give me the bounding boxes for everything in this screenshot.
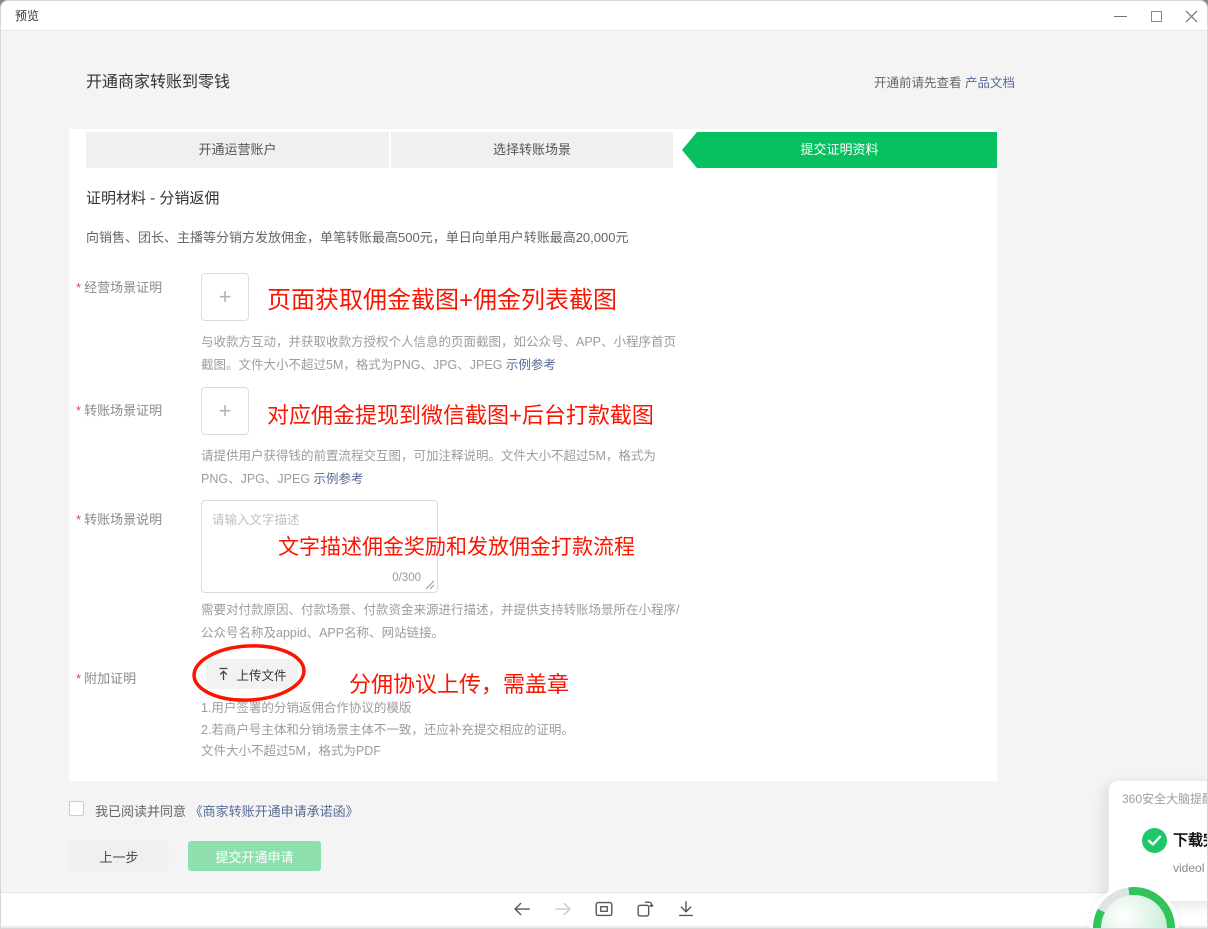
product-doc-link[interactable]: 产品文档 (965, 76, 1015, 90)
annotation-transfer-scene: 对应佣金提现到微信截图+后台打款截图 (267, 398, 654, 430)
popup-header: 360安全大脑提醒 (1122, 790, 1208, 807)
preview-window: 预览 开通商家转账到零钱 开通前请先查看 产品文档 开通运营账户 选择转账场景 … (0, 0, 1208, 929)
transfer-scene-upload-box[interactable]: + (201, 387, 249, 435)
back-icon (511, 898, 533, 920)
maximize-icon (1151, 11, 1162, 22)
window-title: 预览 (15, 1, 39, 31)
rotate-button[interactable] (633, 897, 657, 921)
minimize-button[interactable] (1105, 1, 1135, 31)
download-button[interactable] (674, 897, 698, 921)
annotation-scene-description: 文字描述佣金奖励和发放佣金打款流程 (278, 531, 635, 561)
maximize-button[interactable] (1141, 1, 1171, 31)
help-scene-description: 需要对付款原因、付款场景、付款资金来源进行描述，并提供支持转账场景所在小程序/ … (201, 599, 679, 645)
section-description: 向销售、团长、主播等分销方发放佣金，单笔转账最高500元，单日向单用户转账最高2… (86, 227, 628, 246)
annotation-business-scene: 页面获取佣金截图+佣金列表截图 (267, 280, 617, 315)
download-icon (675, 898, 697, 920)
required-asterisk: * (76, 512, 81, 527)
field-label-transfer-scene-proof: *转账场景证明 (76, 400, 162, 419)
agreement-checkbox[interactable] (69, 801, 84, 816)
required-asterisk: * (76, 280, 81, 295)
example-reference-link-1[interactable]: 示例参考 (506, 358, 556, 372)
check-circle-icon (1142, 828, 1167, 853)
doc-hint-text: 开通前请先查看 (874, 76, 962, 90)
required-asterisk: * (76, 403, 81, 418)
doc-hint-row: 开通前请先查看 产品文档 (874, 72, 1015, 91)
textarea-placeholder: 请输入文字描述 (212, 509, 300, 528)
fit-window-button[interactable] (592, 897, 616, 921)
field-label-business-scene-proof: *经营场景证明 (76, 277, 162, 296)
close-button[interactable] (1176, 1, 1206, 31)
field-label-additional-proof: *附加证明 (76, 668, 136, 687)
help-business-scene: 与收款方互动，并获取收款方授权个人信息的页面截图，如公众号、APP、小程序首页 … (201, 331, 676, 377)
titlebar: 预览 (1, 1, 1208, 31)
download-status-text: 下载完 (1173, 829, 1208, 850)
page-title: 开通商家转账到零钱 (86, 68, 230, 92)
step-open-operating-account[interactable]: 开通运营账户 (86, 132, 389, 168)
minimize-icon (1114, 16, 1127, 17)
agreement-text: 我已阅读并同意 《商家转账开通申请承诺函》 (95, 801, 359, 820)
toolbar-icons (510, 897, 698, 921)
step-submit-proof-active[interactable]: 提交证明资料 (682, 132, 997, 168)
help-transfer-scene: 请提供用户获得钱的前置流程交互图，可加注释说明。文件大小不超过5M，格式为 PN… (201, 445, 656, 491)
upload-file-button[interactable]: 上传文件 (206, 659, 298, 689)
plus-icon: + (219, 286, 232, 308)
business-scene-upload-box[interactable]: + (201, 273, 249, 321)
back-button[interactable] (510, 897, 534, 921)
commitment-letter-link[interactable]: 《商家转账开通申请承诺函》 (190, 804, 359, 819)
upload-icon (217, 667, 230, 681)
submit-application-button[interactable]: 提交开通申请 (188, 841, 321, 871)
security-popup-360: 360安全大脑提醒 下载完 videol (1108, 780, 1208, 902)
forward-icon (552, 898, 574, 920)
close-icon (1185, 10, 1198, 23)
char-counter: 0/300 (392, 572, 421, 584)
help-additional-proof: 1.用户签署的分销返佣合作协议的模版 2.若商户号主体和分销场景主体不一致，还应… (201, 698, 574, 763)
fit-window-icon (593, 898, 615, 920)
required-asterisk: * (76, 671, 81, 686)
forward-button[interactable] (551, 897, 575, 921)
previous-step-button[interactable]: 上一步 (69, 841, 169, 871)
example-reference-link-2[interactable]: 示例参考 (314, 472, 364, 486)
progress-ball-inner (1101, 895, 1167, 929)
annotation-additional-proof: 分佣协议上传，需盖章 (349, 667, 569, 699)
plus-icon: + (219, 400, 232, 422)
field-label-transfer-scene-desc: *转账场景说明 (76, 509, 162, 528)
step-select-transfer-scene[interactable]: 选择转账场景 (391, 132, 673, 168)
rotate-icon (634, 898, 656, 920)
download-filename: videol (1173, 861, 1204, 875)
section-title: 证明材料 - 分销返佣 (86, 187, 219, 208)
resize-handle-icon[interactable] (425, 580, 435, 590)
